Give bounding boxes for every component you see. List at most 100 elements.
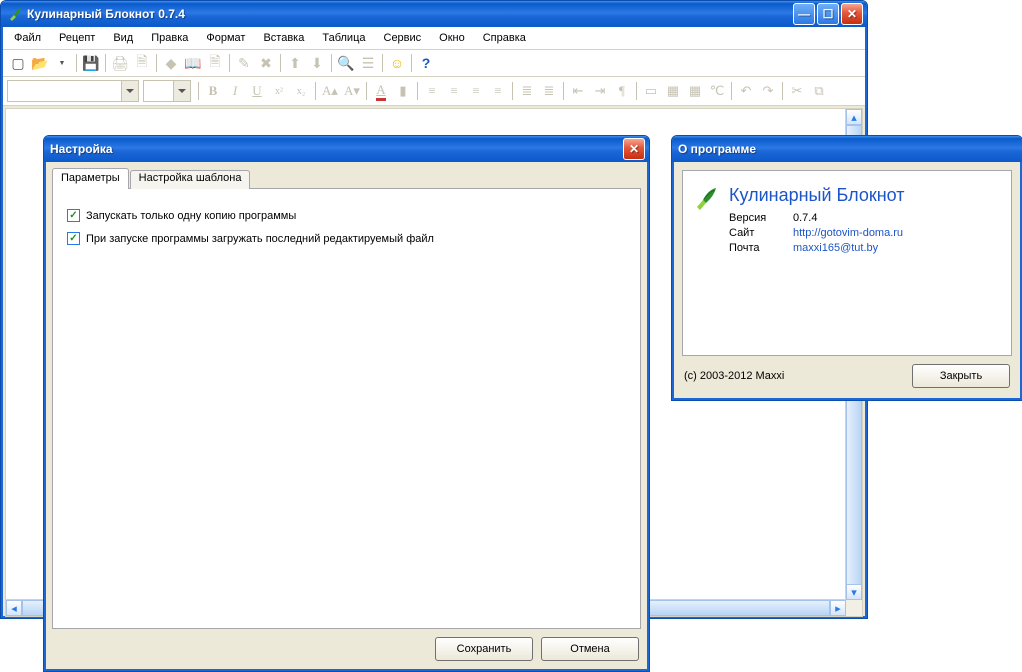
- mail-link[interactable]: maxxi165@tut.by: [793, 242, 878, 254]
- minimize-button[interactable]: —: [793, 3, 815, 25]
- move-down-icon[interactable]: ⬇: [306, 52, 328, 74]
- toolbar-separator: [315, 82, 316, 100]
- font-color-icon[interactable]: A: [370, 80, 392, 102]
- book-icon[interactable]: ◆: [160, 52, 182, 74]
- new-file-icon[interactable]: ▢: [7, 52, 29, 74]
- mail-label: Почта: [729, 242, 793, 254]
- option-load-last-file[interactable]: ✓ При запуске программы загружать послед…: [67, 232, 626, 245]
- bullet-list-icon[interactable]: ≣: [516, 80, 538, 102]
- option-label: При запуске программы загружать последни…: [86, 233, 434, 245]
- page-icon[interactable]: 🗎: [204, 52, 226, 74]
- maximize-button[interactable]: ☐: [817, 3, 839, 25]
- subscript-icon[interactable]: x₂: [290, 80, 312, 102]
- number-list-icon[interactable]: ≣: [538, 80, 560, 102]
- print-icon[interactable]: 🖨: [109, 52, 131, 74]
- menu-window[interactable]: Окно: [430, 29, 474, 47]
- checkbox-icon[interactable]: ✓: [67, 232, 80, 245]
- toolbar-separator: [105, 54, 106, 72]
- main-title: Кулинарный Блокнот 0.7.4: [27, 7, 791, 21]
- menu-recipe[interactable]: Рецепт: [50, 29, 104, 47]
- chevron-down-icon[interactable]: [173, 81, 190, 101]
- tab-parameters[interactable]: Параметры: [52, 168, 129, 189]
- smiley-icon[interactable]: ☺: [386, 52, 408, 74]
- menu-edit[interactable]: Правка: [142, 29, 197, 47]
- highlight-icon[interactable]: ▮: [392, 80, 414, 102]
- toolbar-separator: [382, 54, 383, 72]
- align-right-icon[interactable]: ≡: [465, 80, 487, 102]
- menu-format[interactable]: Формат: [197, 29, 254, 47]
- menu-file[interactable]: Файл: [5, 29, 50, 47]
- help-icon[interactable]: ?: [415, 52, 437, 74]
- shrink-font-icon[interactable]: A▾: [341, 80, 363, 102]
- menu-view[interactable]: Вид: [104, 29, 142, 47]
- app-icon: [693, 185, 719, 211]
- scroll-right-icon[interactable]: ▸: [830, 600, 846, 616]
- menu-service[interactable]: Сервис: [375, 29, 431, 47]
- delete-icon[interactable]: ✖: [255, 52, 277, 74]
- toolbar-separator: [280, 54, 281, 72]
- toolbar-separator: [331, 54, 332, 72]
- scroll-up-icon[interactable]: ▴: [846, 109, 862, 125]
- menu-table[interactable]: Таблица: [313, 29, 374, 47]
- toolbar-separator: [198, 82, 199, 100]
- settings-title: Настройка: [50, 142, 621, 156]
- tab-template[interactable]: Настройка шаблона: [130, 170, 251, 189]
- bold-icon[interactable]: B: [202, 80, 224, 102]
- insert-temp-icon[interactable]: ℃: [706, 80, 728, 102]
- menu-insert[interactable]: Вставка: [254, 29, 313, 47]
- copy-icon[interactable]: ⧉: [808, 80, 830, 102]
- checkbox-icon[interactable]: ✓: [67, 209, 80, 222]
- insert-image-icon[interactable]: ▭: [640, 80, 662, 102]
- find-icon[interactable]: 🔍: [335, 52, 357, 74]
- open-dropdown-icon[interactable]: ▼: [51, 52, 73, 74]
- print-preview-icon[interactable]: 🗎: [131, 52, 153, 74]
- open-book-icon[interactable]: 📖: [182, 52, 204, 74]
- about-titlebar[interactable]: О программе: [672, 136, 1022, 162]
- grow-font-icon[interactable]: A▴: [319, 80, 341, 102]
- outdent-icon[interactable]: ⇤: [567, 80, 589, 102]
- edit-icon[interactable]: ✎: [233, 52, 255, 74]
- close-button[interactable]: Закрыть: [912, 364, 1010, 388]
- cut-icon[interactable]: ✂: [786, 80, 808, 102]
- redo-icon[interactable]: ↷: [757, 80, 779, 102]
- open-file-icon[interactable]: 📂: [29, 52, 51, 74]
- italic-icon[interactable]: I: [224, 80, 246, 102]
- save-icon[interactable]: 💾: [80, 52, 102, 74]
- paragraph-icon[interactable]: ¶: [611, 80, 633, 102]
- product-name: Кулинарный Блокнот: [729, 185, 1001, 206]
- toolbar-separator: [411, 54, 412, 72]
- close-button[interactable]: ✕: [623, 138, 645, 160]
- cancel-button[interactable]: Отмена: [541, 637, 639, 661]
- indent-icon[interactable]: ⇥: [589, 80, 611, 102]
- settings-body: Параметры Настройка шаблона ✓ Запускать …: [44, 162, 649, 671]
- superscript-icon[interactable]: x²: [268, 80, 290, 102]
- font-size-combo[interactable]: [143, 80, 191, 102]
- site-link[interactable]: http://gotovim-doma.ru: [793, 227, 903, 239]
- settings-titlebar[interactable]: Настройка ✕: [44, 136, 649, 162]
- align-justify-icon[interactable]: ≡: [487, 80, 509, 102]
- align-center-icon[interactable]: ≡: [443, 80, 465, 102]
- insert-table-icon[interactable]: ▦: [662, 80, 684, 102]
- toolbar-separator: [229, 54, 230, 72]
- main-titlebar[interactable]: Кулинарный Блокнот 0.7.4 — ☐ ✕: [1, 1, 867, 27]
- scroll-down-icon[interactable]: ▾: [846, 584, 862, 600]
- menu-help[interactable]: Справка: [474, 29, 535, 47]
- toolbar-separator: [782, 82, 783, 100]
- about-title: О программе: [678, 142, 1018, 156]
- dialog-buttons: Сохранить Отмена: [52, 629, 641, 663]
- insert-grid-icon[interactable]: ▦: [684, 80, 706, 102]
- chevron-down-icon[interactable]: [121, 81, 138, 101]
- toolbar-separator: [417, 82, 418, 100]
- save-button[interactable]: Сохранить: [435, 637, 533, 661]
- scroll-corner: [846, 600, 862, 616]
- undo-icon[interactable]: ↶: [735, 80, 757, 102]
- scroll-left-icon[interactable]: ◂: [6, 600, 22, 616]
- move-up-icon[interactable]: ⬆: [284, 52, 306, 74]
- filter-icon[interactable]: ☰: [357, 52, 379, 74]
- option-single-instance[interactable]: ✓ Запускать только одну копию программы: [67, 209, 626, 222]
- align-left-icon[interactable]: ≡: [421, 80, 443, 102]
- font-family-combo[interactable]: [7, 80, 139, 102]
- settings-dialog: Настройка ✕ Параметры Настройка шаблона …: [43, 135, 650, 672]
- underline-icon[interactable]: U: [246, 80, 268, 102]
- close-button[interactable]: ✕: [841, 3, 863, 25]
